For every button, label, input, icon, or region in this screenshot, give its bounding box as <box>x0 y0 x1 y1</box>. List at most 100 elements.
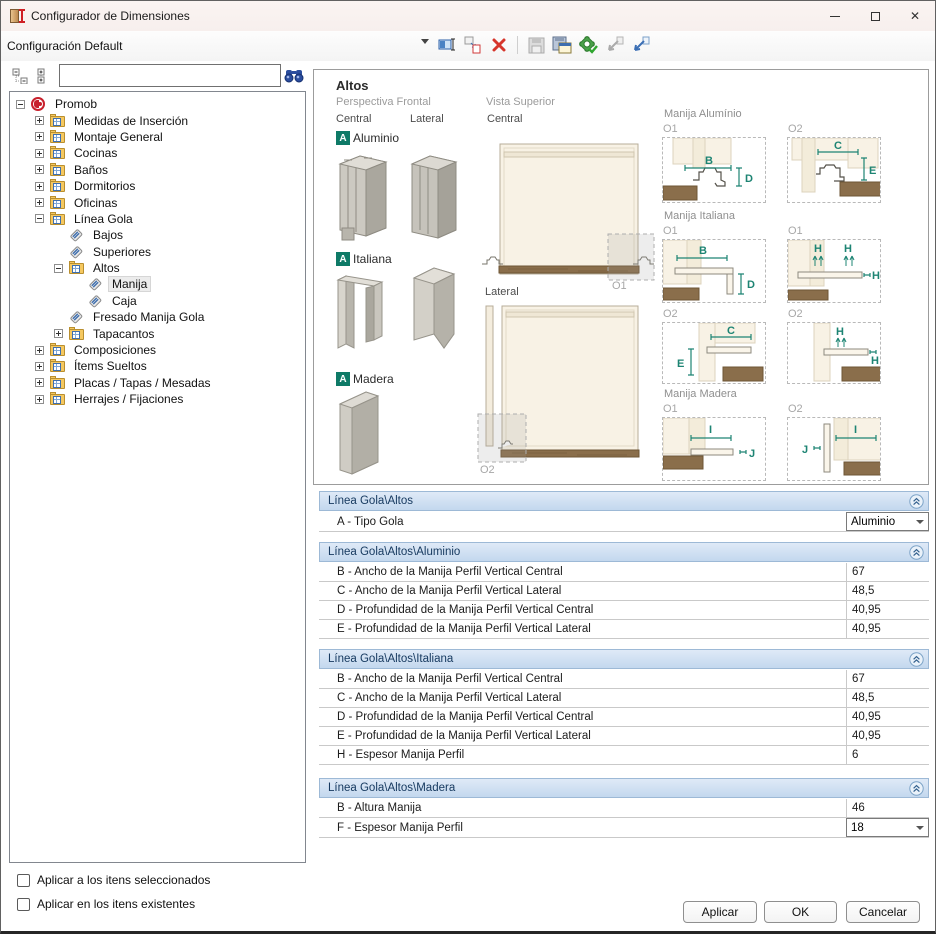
profile-madera <box>332 386 388 480</box>
tree-item-montaje[interactable]: Montaje General <box>10 129 305 145</box>
expander-icon[interactable] <box>35 149 44 158</box>
link-disabled-icon <box>605 36 624 54</box>
collapse-section-icon[interactable] <box>909 781 924 796</box>
dim-j: J <box>749 448 755 460</box>
import-dimensions-button-disabled[interactable] <box>604 35 624 55</box>
collapse-section-icon[interactable] <box>909 494 924 509</box>
tipo-gola-select[interactable]: Aluminio <box>846 512 929 531</box>
value-field[interactable]: 48,5 <box>846 582 929 600</box>
tree-item-promob[interactable]: Promob <box>10 96 305 112</box>
expander-icon[interactable] <box>54 329 63 338</box>
tree-item-oficinas[interactable]: Oficinas <box>10 194 305 210</box>
value-field[interactable]: 40,95 <box>846 727 929 745</box>
value-field[interactable]: 46 <box>846 799 929 817</box>
tree-item-superiores[interactable]: Superiores <box>10 244 305 260</box>
checkbox-icon[interactable] <box>17 874 30 887</box>
property-row[interactable]: C - Ancho de la Manija Perfil Vertical L… <box>319 689 929 708</box>
save-as-icon <box>552 36 572 54</box>
tree-item-banos[interactable]: Baños <box>10 162 305 178</box>
collapse-section-icon[interactable] <box>909 545 924 560</box>
expander-icon[interactable] <box>35 362 44 371</box>
value-field[interactable]: 6 <box>846 746 929 764</box>
configuration-combobox[interactable]: Configuración Default <box>7 36 437 56</box>
apply-button[interactable]: Aplicar <box>683 901 757 923</box>
property-row[interactable]: H - Espesor Manija Perfil 6 <box>319 746 929 765</box>
expander-icon[interactable] <box>35 165 44 174</box>
tree-item-cocinas[interactable]: Cocinas <box>10 145 305 161</box>
tree-item-manija[interactable]: Manija <box>10 276 305 292</box>
save-button-disabled[interactable] <box>526 35 546 55</box>
apply-selected-items-checkbox-row[interactable]: Aplicar a los itens seleccionados <box>17 873 210 887</box>
tree-item-placas[interactable]: Placas / Tapas / Mesadas <box>10 375 305 391</box>
expander-icon[interactable] <box>35 214 44 223</box>
tree-item-items-sueltos[interactable]: Ítems Sueltos <box>10 358 305 374</box>
find-button[interactable] <box>284 67 304 85</box>
tree-item-tapacantos[interactable]: Tapacantos <box>10 325 305 341</box>
profile-aluminio-lateral <box>404 148 466 246</box>
apply-existing-items-checkbox-row[interactable]: Aplicar en los itens existentes <box>17 897 195 911</box>
expander-icon[interactable] <box>35 378 44 387</box>
value-field[interactable]: 40,95 <box>846 620 929 638</box>
value-field[interactable]: 67 <box>846 670 929 688</box>
cancel-button[interactable]: Cancelar <box>846 901 920 923</box>
value-field[interactable]: 40,95 <box>846 601 929 619</box>
maximize-button[interactable] <box>855 1 895 31</box>
tree-item-altos[interactable]: Altos <box>10 260 305 276</box>
property-row[interactable]: C - Ancho de la Manija Perfil Vertical L… <box>319 582 929 601</box>
property-row[interactable]: B - Ancho de la Manija Perfil Vertical C… <box>319 670 929 689</box>
o2-label: O2 <box>788 123 803 135</box>
configuration-dropdown-arrow-icon[interactable] <box>421 39 429 44</box>
expander-icon[interactable] <box>35 116 44 125</box>
tree-item-bajos[interactable]: Bajos <box>10 227 305 243</box>
delete-configuration-button[interactable] <box>489 35 509 55</box>
section-header-italiana[interactable]: Línea Gola\Altos\Italiana <box>319 649 929 669</box>
property-row[interactable]: B - Altura Manija 46 <box>319 799 929 818</box>
value-field[interactable]: 48,5 <box>846 689 929 707</box>
tree-search-input[interactable] <box>59 64 281 87</box>
perspective-label: Perspectiva Frontal <box>336 96 431 108</box>
property-row[interactable]: B - Ancho de la Manija Perfil Vertical C… <box>319 563 929 582</box>
expander-icon[interactable] <box>35 198 44 207</box>
property-row[interactable]: E - Profundidad de la Manija Perfil Vert… <box>319 620 929 639</box>
value-field[interactable]: 67 <box>846 563 929 581</box>
property-row[interactable]: E - Profundidad de la Manija Perfil Vert… <box>319 727 929 746</box>
espesor-select[interactable]: 18 <box>846 818 929 837</box>
value-field[interactable]: 40,95 <box>846 708 929 726</box>
collapse-all-button[interactable] <box>11 67 29 85</box>
rename-configuration-button[interactable] <box>437 35 457 55</box>
checkbox-icon[interactable] <box>17 898 30 911</box>
collapse-section-icon[interactable] <box>909 652 924 667</box>
app-icon <box>9 8 25 24</box>
expander-icon[interactable] <box>35 132 44 141</box>
save-configuration-as-button[interactable] <box>552 35 572 55</box>
apply-configuration-button[interactable] <box>578 35 598 55</box>
ok-button[interactable]: OK <box>764 901 837 923</box>
delete-icon <box>491 37 507 53</box>
section-header-linea-gola-altos[interactable]: Línea Gola\Altos <box>319 491 929 511</box>
property-row[interactable]: D - Profundidad de la Manija Perfil Vert… <box>319 708 929 727</box>
property-row[interactable]: D - Profundidad de la Manija Perfil Vert… <box>319 601 929 620</box>
close-button[interactable]: ✕ <box>895 1 935 31</box>
profile-aluminio-central <box>330 148 398 246</box>
duplicate-configuration-button[interactable] <box>463 35 483 55</box>
diagram-panel: Altos Perspectiva Frontal Central Latera… <box>313 69 929 485</box>
tag-icon <box>69 228 86 242</box>
tree-item-herrajes[interactable]: Herrajes / Fijaciones <box>10 391 305 407</box>
minimize-button[interactable] <box>815 1 855 31</box>
tree-item-linea-gola[interactable]: Línea Gola <box>10 211 305 227</box>
tree-item-medidas[interactable]: Medidas de Inserción <box>10 112 305 128</box>
expander-icon[interactable] <box>35 182 44 191</box>
expander-icon[interactable] <box>54 264 63 273</box>
tree-item-fresado[interactable]: Fresado Manija Gola <box>10 309 305 325</box>
expander-icon[interactable] <box>35 346 44 355</box>
export-dimensions-button[interactable] <box>630 35 650 55</box>
section-header-aluminio[interactable]: Línea Gola\Altos\Aluminio <box>319 542 929 562</box>
expander-icon[interactable] <box>35 395 44 404</box>
tree-item-dormitorios[interactable]: Dormitorios <box>10 178 305 194</box>
expand-all-button[interactable] <box>32 67 50 85</box>
tree-item-caja[interactable]: Caja <box>10 293 305 309</box>
material-aluminio: A Aluminio <box>336 131 399 145</box>
expander-icon[interactable] <box>16 100 25 109</box>
section-header-madera[interactable]: Línea Gola\Altos\Madera <box>319 778 929 798</box>
tree-item-composiciones[interactable]: Composiciones <box>10 342 305 358</box>
